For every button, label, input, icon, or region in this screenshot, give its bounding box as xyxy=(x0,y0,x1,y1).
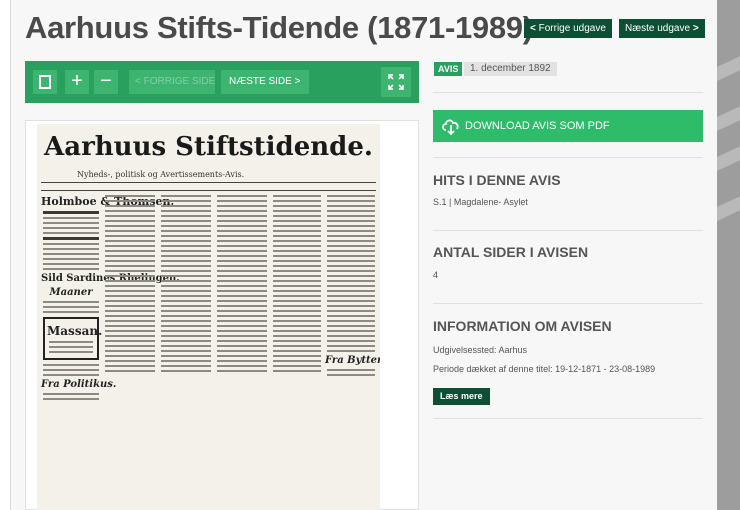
divider xyxy=(433,157,703,158)
pages-count: 4 xyxy=(433,270,439,280)
next-page-label: NÆSTE SIDE xyxy=(229,76,292,87)
chevron-right-icon: > xyxy=(291,76,301,87)
viewer-toolbar: + − < FORRIGE SIDE NÆSTE SIDE > xyxy=(25,61,419,103)
issue-date: 1. december 1892 xyxy=(464,62,557,76)
newspaper-column xyxy=(271,192,323,510)
newspaper-masthead: Aarhuus Stiftstidende. xyxy=(44,132,373,162)
chevron-left-icon: < xyxy=(530,23,536,34)
read-more-button[interactable]: Læs mere xyxy=(433,388,490,405)
newspaper-subtitle: Nyheds-, politisk og Avertissements-Avis… xyxy=(77,170,245,179)
page: Aarhuus Stifts-Tidende (1871-1989) < For… xyxy=(0,0,740,510)
divider xyxy=(433,303,703,304)
newspaper-page-image[interactable]: Aarhuus Stiftstidende. Nyheds-, politisk… xyxy=(37,124,380,510)
single-page-icon xyxy=(39,75,51,89)
info-title: INFORMATION OM AVISEN xyxy=(433,318,612,334)
prev-page-button[interactable]: < FORRIGE SIDE xyxy=(129,70,215,94)
next-issue-button[interactable]: Næste udgave > xyxy=(619,19,705,38)
publication-period: Periode dækket af denne titel: 19-12-187… xyxy=(433,364,656,374)
next-page-button[interactable]: NÆSTE SIDE > xyxy=(221,70,309,94)
newspaper-headline: Maaner xyxy=(49,287,93,298)
zoom-in-button[interactable]: + xyxy=(65,70,89,94)
newspaper-column xyxy=(215,192,269,510)
right-decoration xyxy=(717,0,740,510)
publication-place: Udgivelsessted: Aarhus xyxy=(433,345,528,355)
fullscreen-icon xyxy=(388,74,404,90)
type-badge: AVIS xyxy=(434,62,463,76)
chevron-left-icon: < xyxy=(135,76,144,87)
chevron-right-icon: > xyxy=(692,23,699,34)
newspaper-column: Fra Byttenbet. xyxy=(325,192,380,510)
prev-issue-button[interactable]: < Forrige udgave xyxy=(524,19,612,38)
download-pdf-button[interactable]: DOWNLOAD AVIS SOM PDF xyxy=(433,110,703,142)
page-title: Aarhuus Stifts-Tidende (1871-1989) xyxy=(25,10,533,45)
newspaper-column xyxy=(103,192,157,510)
masthead-rule xyxy=(41,190,376,191)
newspaper-column xyxy=(159,192,213,510)
divider xyxy=(433,92,703,93)
newspaper-headline: Fra Byttenbet. xyxy=(325,355,380,366)
hits-result-link[interactable]: S.1 | Magdalene- Asylet xyxy=(433,197,528,207)
prev-issue-label: Forrige udgave xyxy=(538,23,606,34)
newspaper-headline: Sild Sardines Rhelingen. xyxy=(41,273,180,284)
fullscreen-button[interactable] xyxy=(381,67,411,97)
newspaper-headline: Fra Politikus. xyxy=(41,379,117,390)
prev-page-label: FORRIGE SIDE xyxy=(143,76,216,87)
next-issue-label: Næste udgave xyxy=(625,23,691,34)
masthead-rule xyxy=(41,182,376,183)
newspaper-headline: Massan. xyxy=(47,324,103,338)
left-edge xyxy=(0,0,11,510)
divider xyxy=(433,230,703,231)
newspaper-column: Holmboe & Thomsen, Sild Sardines Rheling… xyxy=(41,192,180,510)
hits-title: HITS I DENNE AVIS xyxy=(433,172,561,188)
cloud-download-icon xyxy=(442,119,459,135)
newspaper-headline: Holmboe & Thomsen, xyxy=(41,195,174,208)
download-pdf-label: DOWNLOAD AVIS SOM PDF xyxy=(465,120,610,132)
zoom-out-button[interactable]: − xyxy=(94,70,118,94)
divider xyxy=(433,418,703,419)
single-page-view-button[interactable] xyxy=(33,70,57,94)
pages-title: ANTAL SIDER I AVISEN xyxy=(433,244,589,260)
